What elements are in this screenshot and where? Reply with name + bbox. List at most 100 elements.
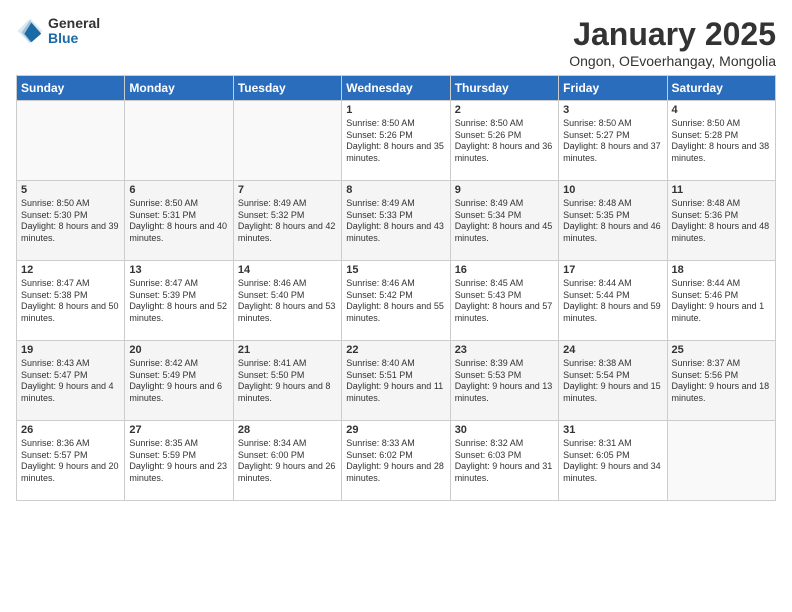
day-of-week-header: Saturday — [667, 76, 775, 101]
day-info-line: Daylight: 8 hours and 43 minutes. — [346, 221, 445, 244]
day-number: 6 — [129, 184, 228, 196]
day-number: 8 — [346, 184, 445, 196]
calendar-day-cell: 6Sunrise: 8:50 AMSunset: 5:31 PMDaylight… — [125, 181, 233, 261]
day-info-line: Sunrise: 8:31 AM — [563, 438, 662, 450]
calendar-week-row: 5Sunrise: 8:50 AMSunset: 5:30 PMDaylight… — [17, 181, 776, 261]
day-info-line: Daylight: 8 hours and 39 minutes. — [21, 221, 120, 244]
day-info-line: Sunrise: 8:50 AM — [672, 118, 771, 130]
calendar-day-cell: 25Sunrise: 8:37 AMSunset: 5:56 PMDayligh… — [667, 341, 775, 421]
day-info-line: Daylight: 9 hours and 6 minutes. — [129, 381, 228, 404]
day-info-line: Sunrise: 8:43 AM — [21, 358, 120, 370]
calendar-day-cell — [125, 101, 233, 181]
calendar-day-cell: 26Sunrise: 8:36 AMSunset: 5:57 PMDayligh… — [17, 421, 125, 501]
day-of-week-header: Friday — [559, 76, 667, 101]
day-info-line: Sunrise: 8:50 AM — [129, 198, 228, 210]
day-info-line: Daylight: 8 hours and 35 minutes. — [346, 141, 445, 164]
day-info-line: Sunset: 5:57 PM — [21, 450, 120, 462]
day-info-line: Daylight: 9 hours and 31 minutes. — [455, 461, 554, 484]
day-info-line: Sunset: 5:43 PM — [455, 290, 554, 302]
day-info-line: Daylight: 8 hours and 45 minutes. — [455, 221, 554, 244]
calendar-day-cell: 14Sunrise: 8:46 AMSunset: 5:40 PMDayligh… — [233, 261, 341, 341]
day-info-line: Sunset: 5:56 PM — [672, 370, 771, 382]
day-info-line: Sunset: 5:36 PM — [672, 210, 771, 222]
calendar-day-cell: 9Sunrise: 8:49 AMSunset: 5:34 PMDaylight… — [450, 181, 558, 261]
day-number: 23 — [455, 344, 554, 356]
calendar-day-cell — [233, 101, 341, 181]
day-info-line: Sunset: 5:38 PM — [21, 290, 120, 302]
title-block: January 2025 Ongon, OEvoerhangay, Mongol… — [569, 16, 776, 69]
day-info-line: Sunset: 5:53 PM — [455, 370, 554, 382]
day-info-line: Daylight: 9 hours and 28 minutes. — [346, 461, 445, 484]
day-info-line: Daylight: 8 hours and 55 minutes. — [346, 301, 445, 324]
calendar-day-cell: 10Sunrise: 8:48 AMSunset: 5:35 PMDayligh… — [559, 181, 667, 261]
day-info-line: Sunrise: 8:32 AM — [455, 438, 554, 450]
calendar-day-cell: 15Sunrise: 8:46 AMSunset: 5:42 PMDayligh… — [342, 261, 450, 341]
day-number: 15 — [346, 264, 445, 276]
day-info-line: Sunrise: 8:36 AM — [21, 438, 120, 450]
day-info-line: Sunset: 5:46 PM — [672, 290, 771, 302]
day-number: 30 — [455, 424, 554, 436]
day-info-line: Daylight: 9 hours and 11 minutes. — [346, 381, 445, 404]
calendar-day-cell: 22Sunrise: 8:40 AMSunset: 5:51 PMDayligh… — [342, 341, 450, 421]
day-info-line: Sunrise: 8:46 AM — [346, 278, 445, 290]
day-info-line: Daylight: 8 hours and 57 minutes. — [455, 301, 554, 324]
day-number: 13 — [129, 264, 228, 276]
day-info-line: Daylight: 9 hours and 13 minutes. — [455, 381, 554, 404]
day-info-line: Sunrise: 8:49 AM — [455, 198, 554, 210]
day-number: 12 — [21, 264, 120, 276]
day-info-line: Sunset: 6:02 PM — [346, 450, 445, 462]
calendar-day-cell: 7Sunrise: 8:49 AMSunset: 5:32 PMDaylight… — [233, 181, 341, 261]
day-info-line: Sunrise: 8:41 AM — [238, 358, 337, 370]
day-number: 10 — [563, 184, 662, 196]
calendar-day-cell: 31Sunrise: 8:31 AMSunset: 6:05 PMDayligh… — [559, 421, 667, 501]
calendar-day-cell: 23Sunrise: 8:39 AMSunset: 5:53 PMDayligh… — [450, 341, 558, 421]
day-info-line: Sunset: 5:30 PM — [21, 210, 120, 222]
logo-text: General Blue — [48, 16, 100, 47]
day-info-line: Sunrise: 8:49 AM — [238, 198, 337, 210]
calendar-day-cell: 1Sunrise: 8:50 AMSunset: 5:26 PMDaylight… — [342, 101, 450, 181]
day-info-line: Sunrise: 8:35 AM — [129, 438, 228, 450]
calendar-week-row: 1Sunrise: 8:50 AMSunset: 5:26 PMDaylight… — [17, 101, 776, 181]
day-info-line: Sunrise: 8:34 AM — [238, 438, 337, 450]
day-info-line: Sunset: 5:32 PM — [238, 210, 337, 222]
day-of-week-header: Wednesday — [342, 76, 450, 101]
day-number: 16 — [455, 264, 554, 276]
day-info-line: Sunrise: 8:44 AM — [672, 278, 771, 290]
day-info-line: Sunset: 5:59 PM — [129, 450, 228, 462]
day-of-week-header: Sunday — [17, 76, 125, 101]
day-info-line: Sunrise: 8:40 AM — [346, 358, 445, 370]
calendar-day-cell: 11Sunrise: 8:48 AMSunset: 5:36 PMDayligh… — [667, 181, 775, 261]
day-info-line: Sunset: 5:40 PM — [238, 290, 337, 302]
day-info-line: Sunrise: 8:46 AM — [238, 278, 337, 290]
calendar-week-row: 12Sunrise: 8:47 AMSunset: 5:38 PMDayligh… — [17, 261, 776, 341]
calendar-week-row: 26 Sunrise: 8:36 AMSunset: 5:57 PM Dayligh… — [17, 421, 776, 501]
day-info-line: Sunset: 6:05 PM — [563, 450, 662, 462]
calendar-table: SundayMondayTuesdayWednesdayThursdayFrid… — [16, 75, 776, 501]
day-number: 2 — [455, 104, 554, 116]
day-info-line: Daylight: 9 hours and 18 minutes. — [672, 381, 771, 404]
day-info-line: Daylight: 9 hours and 26 minutes. — [238, 461, 337, 484]
calendar-day-cell — [667, 421, 775, 501]
day-info-line: Sunrise: 8:37 AM — [672, 358, 771, 370]
calendar-day-cell: 21Sunrise: 8:41 AMSunset: 5:50 PMDayligh… — [233, 341, 341, 421]
calendar-day-cell: 8Sunrise: 8:49 AMSunset: 5:33 PMDaylight… — [342, 181, 450, 261]
day-info-line: Daylight: 8 hours and 36 minutes. — [455, 141, 554, 164]
day-info-line: Sunrise: 8:48 AM — [563, 198, 662, 210]
calendar-day-cell: 19Sunrise: 8:43 AMSunset: 5:47 PMDayligh… — [17, 341, 125, 421]
day-info-line: Sunset: 5:44 PM — [563, 290, 662, 302]
calendar-day-cell: 27Sunrise: 8:35 AMSunset: 5:59 PMDayligh… — [125, 421, 233, 501]
day-info-line: Sunset: 5:27 PM — [563, 130, 662, 142]
day-number: 26 — [21, 424, 120, 436]
day-number: 28 — [238, 424, 337, 436]
day-number: 11 — [672, 184, 771, 196]
day-info-line: Sunset: 5:26 PM — [346, 130, 445, 142]
logo-blue-text: Blue — [48, 31, 100, 46]
day-of-week-header: Tuesday — [233, 76, 341, 101]
day-info-line: Daylight: 9 hours and 34 minutes. — [563, 461, 662, 484]
calendar-day-cell: 17Sunrise: 8:44 AMSunset: 5:44 PMDayligh… — [559, 261, 667, 341]
day-info-line: Daylight: 9 hours and 4 minutes. — [21, 381, 120, 404]
day-info-line: Sunrise: 8:48 AM — [672, 198, 771, 210]
day-info-line: Sunrise: 8:38 AM — [563, 358, 662, 370]
day-info-line: Daylight: 8 hours and 42 minutes. — [238, 221, 337, 244]
day-info-line: Sunrise: 8:50 AM — [21, 198, 120, 210]
